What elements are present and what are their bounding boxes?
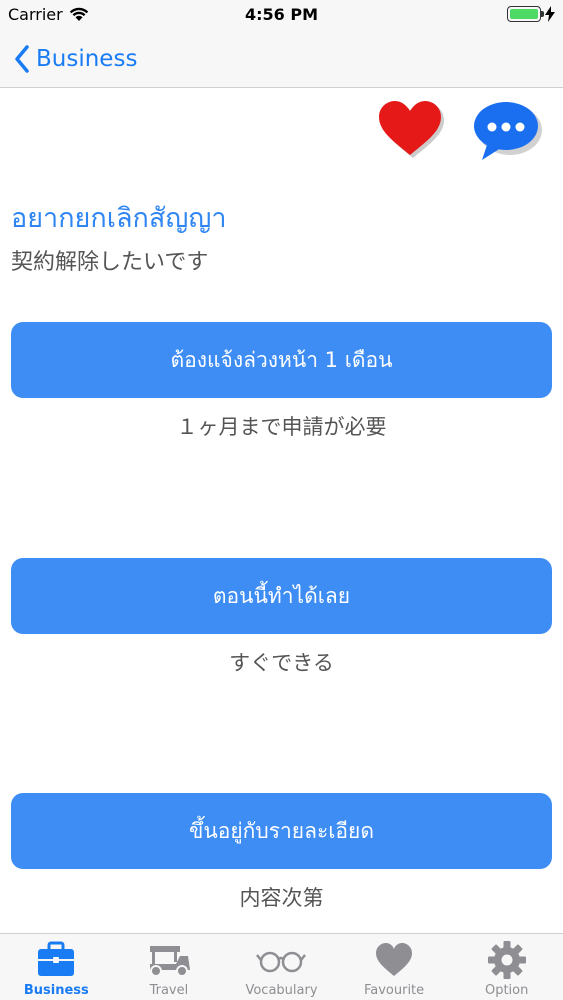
chevron-left-icon — [15, 45, 29, 73]
phrase-japanese: 契約解除したいです — [11, 250, 209, 275]
tab-option[interactable]: Option — [450, 934, 563, 1000]
tab-bar: Business Travel Vocabulary Favourite Opt… — [0, 933, 563, 1000]
back-button-label: Business — [36, 46, 138, 72]
tuk-tuk-icon — [149, 946, 190, 977]
tab-favourite-label: Favourite — [363, 983, 425, 998]
tab-option-label: Option — [484, 983, 529, 998]
heart-icon — [379, 101, 444, 158]
charging-bolt-icon — [545, 6, 555, 22]
answer-translation-2: すぐできる — [229, 651, 334, 675]
favorite-button[interactable] — [376, 100, 446, 162]
tab-business-label: Business — [23, 983, 89, 998]
tab-vocabulary[interactable]: Vocabulary — [225, 934, 338, 1000]
gear-icon — [487, 941, 526, 979]
screen: Carrier 4:56 PM Business อยากยกเลิกสัญญา… — [0, 0, 563, 1000]
answer-button-1[interactable]: ต้องแจ้งล่วงหน้า 1 เดือน — [11, 322, 552, 398]
glasses-icon — [256, 951, 307, 973]
briefcase-icon — [38, 941, 75, 976]
status-bar: Carrier 4:56 PM — [0, 0, 563, 30]
tab-travel-label: Travel — [149, 983, 189, 998]
tab-business[interactable]: Business — [0, 934, 113, 1000]
status-right — [507, 6, 555, 22]
battery-icon — [507, 6, 544, 22]
status-time: 4:56 PM — [244, 5, 318, 24]
heart-icon — [376, 943, 413, 976]
tab-vocabulary-label: Vocabulary — [245, 983, 318, 998]
comment-button[interactable] — [470, 100, 544, 164]
tab-favourite[interactable]: Favourite — [338, 934, 451, 1000]
back-button[interactable]: Business — [14, 40, 137, 78]
answer-button-3[interactable]: ขึ้นอยู่กับรายละเอียด — [11, 793, 552, 869]
tab-travel[interactable]: Travel — [113, 934, 226, 1000]
answer-button-2[interactable]: ตอนนี้ทำได้เลย — [11, 558, 552, 634]
chat-bubble-icon — [474, 102, 542, 160]
phrase-thai: อยากยกเลิกสัญญา — [11, 203, 227, 234]
answer-translation-3: 内容次第 — [239, 886, 324, 910]
navigation-bar: Business — [0, 30, 563, 88]
answer-translation-1: １ヶ月まで申請が必要 — [176, 415, 387, 439]
